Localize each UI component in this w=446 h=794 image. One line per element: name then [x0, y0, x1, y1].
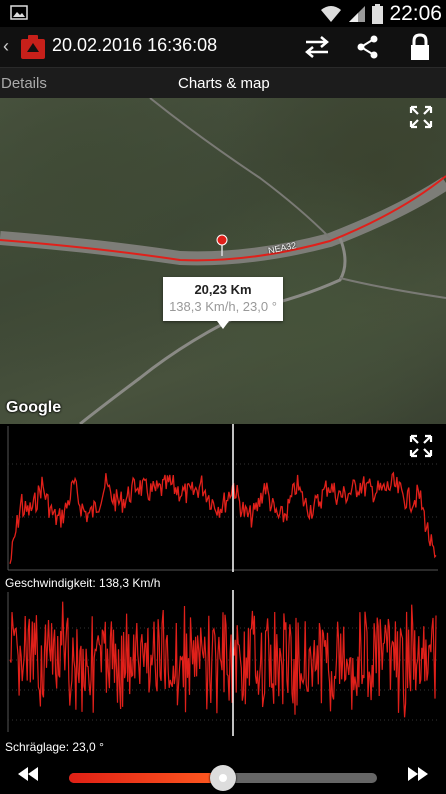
- slider-fill: [69, 773, 223, 783]
- battery-icon: [372, 3, 384, 24]
- position-slider[interactable]: [69, 765, 377, 791]
- player-controls: [0, 757, 446, 794]
- info-distance: 20,23 Km: [194, 282, 252, 297]
- tab-bar: Details Charts & map: [0, 67, 446, 99]
- speed-chart-plot: [7, 424, 438, 572]
- fast-forward-icon[interactable]: [406, 765, 430, 783]
- rewind-icon[interactable]: [16, 765, 40, 783]
- image-icon: [10, 5, 28, 20]
- page-title: 20.02.2016 16:36:08: [52, 35, 218, 55]
- map-graphics: [0, 98, 446, 424]
- clock: 22:06: [389, 1, 442, 25]
- swap-icon[interactable]: [302, 33, 332, 61]
- slider-thumb[interactable]: [210, 765, 236, 791]
- google-attribution: Google: [6, 399, 62, 416]
- position-marker: [216, 234, 228, 246]
- share-icon[interactable]: [353, 33, 383, 61]
- app-icon[interactable]: [20, 34, 46, 60]
- info-detail: 138,3 Km/h, 23,0 °: [169, 299, 277, 314]
- speed-chart[interactable]: [0, 424, 446, 574]
- expand-icon[interactable]: [409, 434, 433, 458]
- expand-icon[interactable]: [409, 105, 433, 129]
- info-window: 20,23 Km 138,3 Km/h, 23,0 °: [163, 277, 283, 329]
- map-view[interactable]: NEA32 20,23 Km 138,3 Km/h, 23,0 ° Google: [0, 98, 446, 424]
- lean-chart-plot: [7, 590, 438, 736]
- lean-chart[interactable]: [0, 590, 446, 736]
- lock-icon[interactable]: [405, 33, 435, 61]
- speed-label: Geschwindigkeit: 138,3 Km/h: [5, 576, 161, 590]
- speed-trace: [9, 471, 437, 564]
- status-bar: 22:06: [0, 0, 446, 27]
- tab-charts-map[interactable]: Charts & map: [178, 75, 270, 92]
- signal-icon: [349, 5, 366, 22]
- tab-details[interactable]: Details: [1, 75, 47, 92]
- back-chevron-icon[interactable]: ‹: [3, 36, 9, 57]
- wifi-icon: [321, 5, 342, 22]
- lean-label: Schräglage: 23,0 °: [5, 740, 104, 754]
- action-bar: ‹ 20.02.2016 16:36:08: [0, 27, 446, 67]
